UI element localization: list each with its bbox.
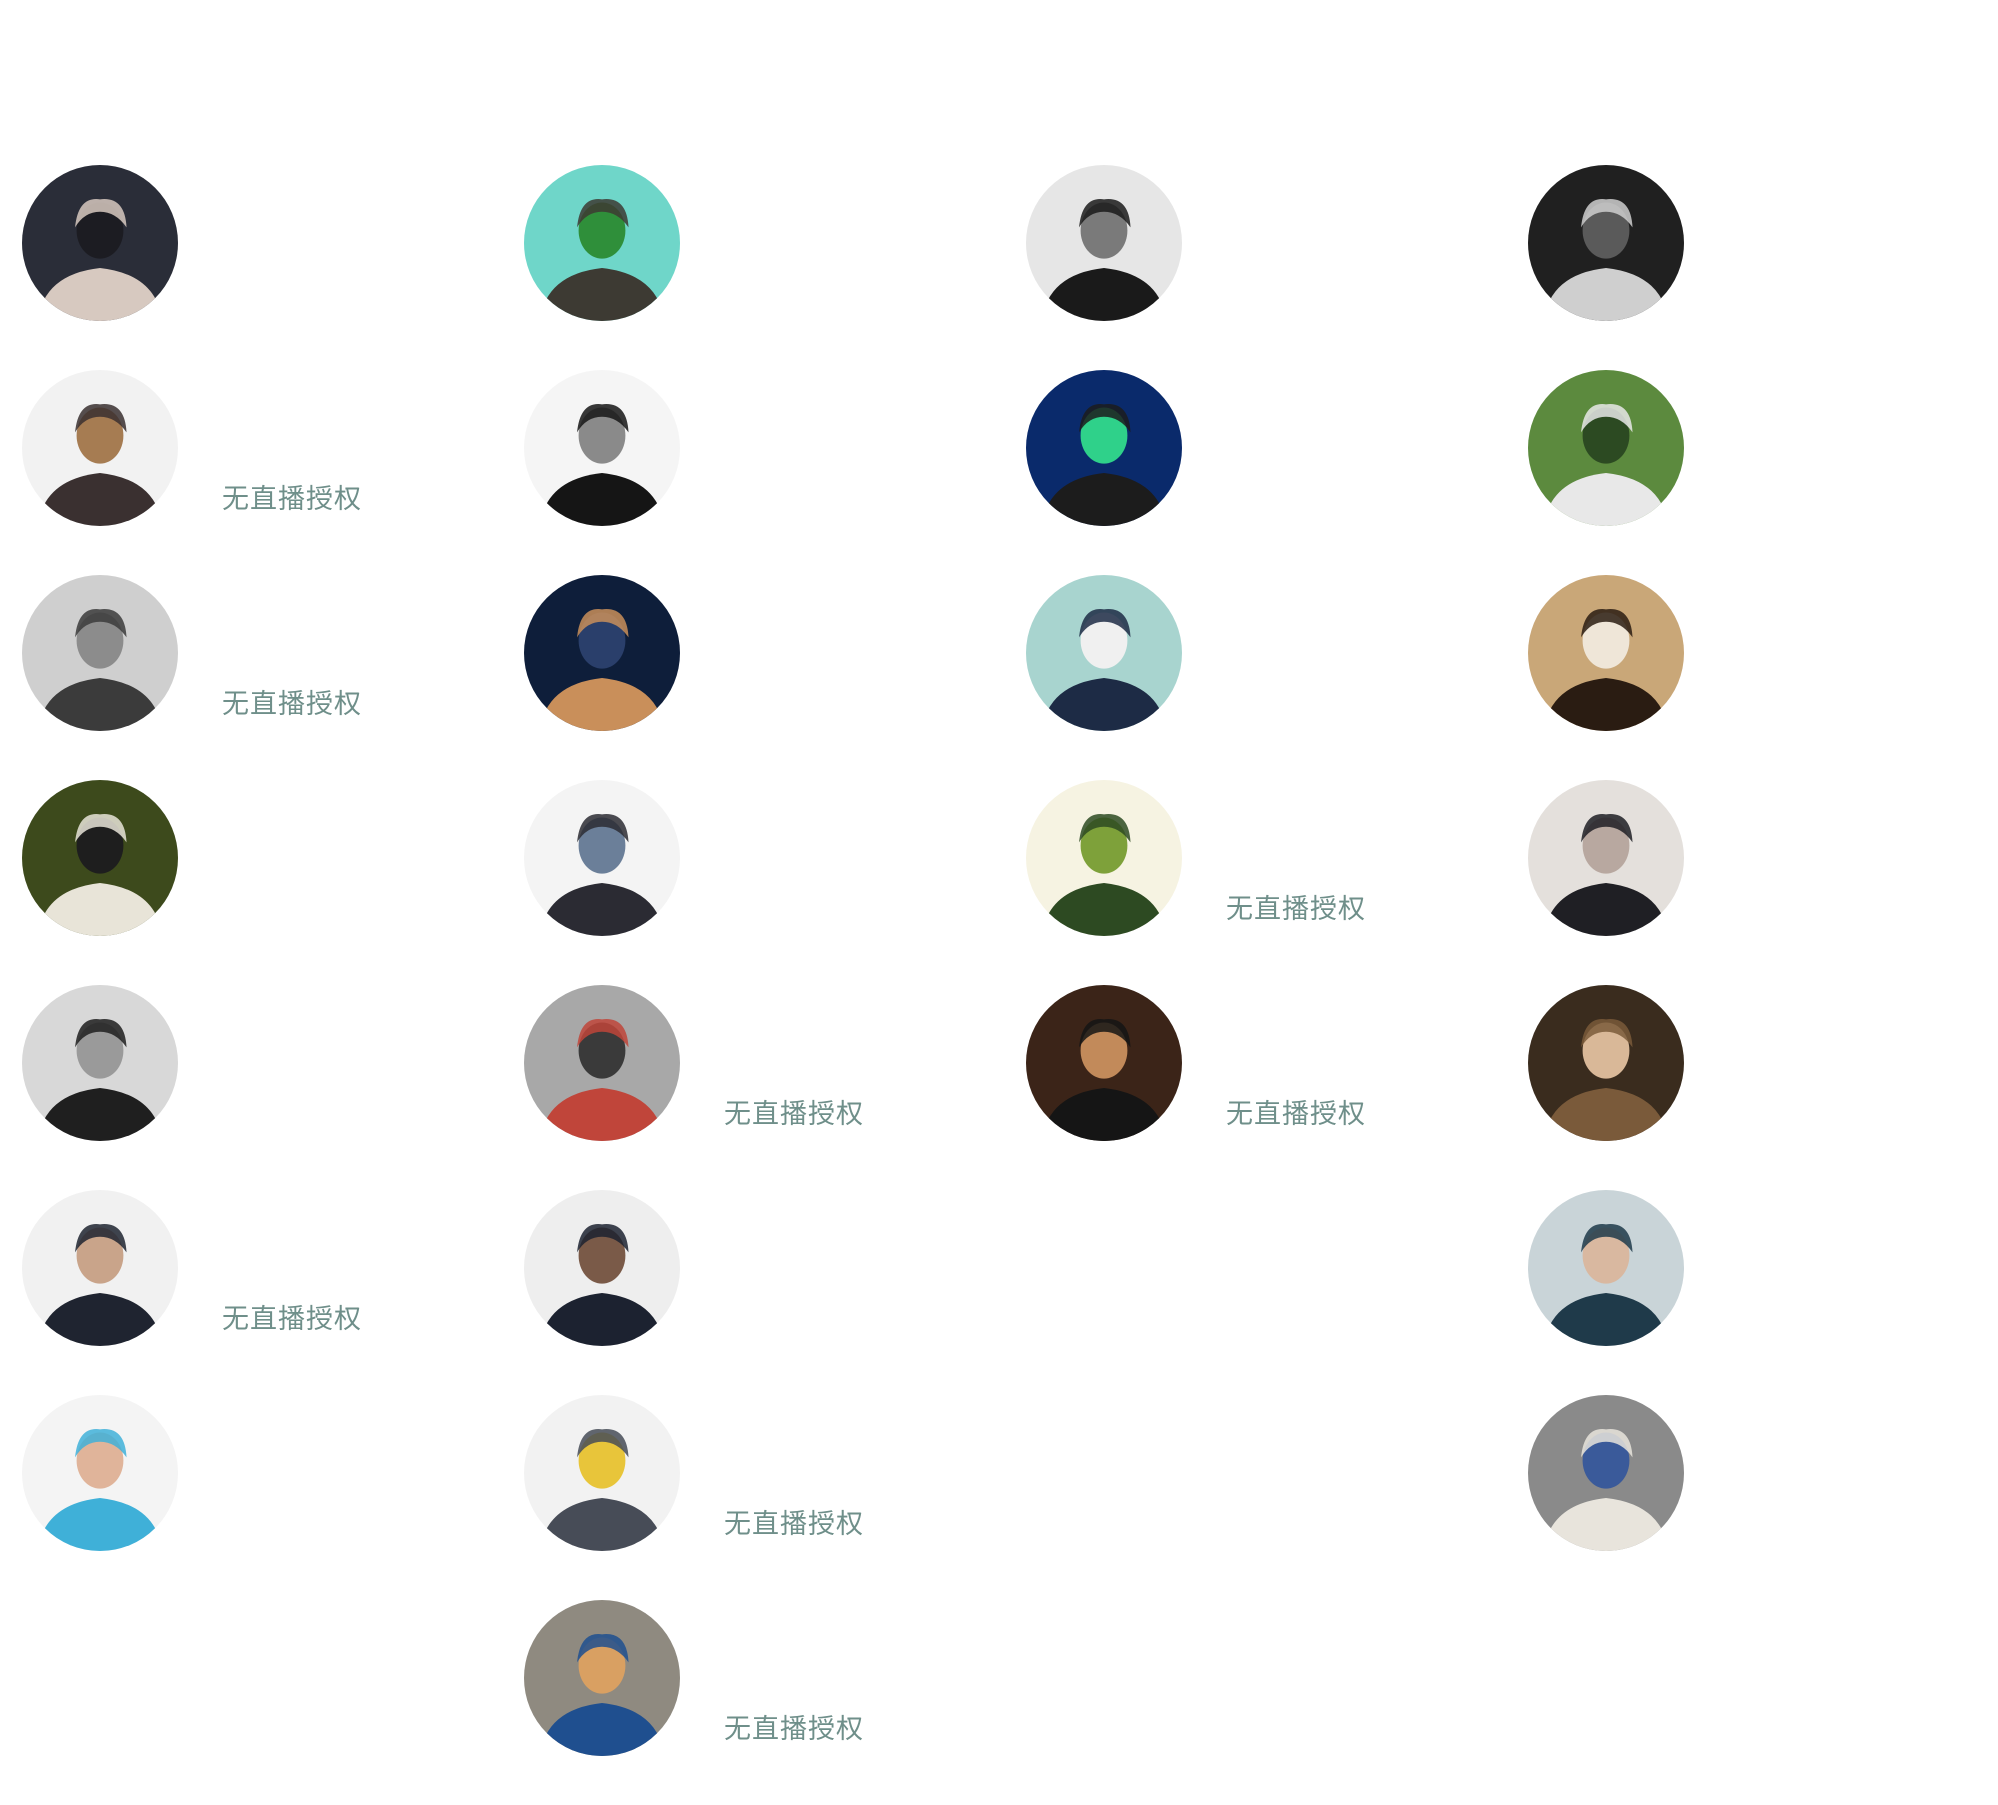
artist-item[interactable] xyxy=(1506,1395,1998,1600)
artist-item[interactable]: 无直播授权 xyxy=(1004,985,1504,1190)
artist-item[interactable] xyxy=(0,1395,500,1600)
artist-item[interactable]: 无直播授权 xyxy=(1004,780,1504,985)
artist-avatar[interactable] xyxy=(524,780,680,936)
artist-avatar[interactable] xyxy=(22,575,178,731)
artist-item[interactable] xyxy=(1506,165,1998,370)
artist-item[interactable] xyxy=(1506,780,1998,985)
artist-avatar[interactable] xyxy=(1528,370,1684,526)
artist-item[interactable]: 无直播授权 xyxy=(502,1395,1002,1600)
artist-item[interactable] xyxy=(1004,575,1504,780)
artist-avatar[interactable] xyxy=(22,165,178,321)
artist-avatar[interactable] xyxy=(524,1600,680,1756)
artist-item[interactable]: 无直播授权 xyxy=(0,1190,500,1395)
artist-item[interactable] xyxy=(1004,165,1504,370)
artist-item[interactable]: 无直播授权 xyxy=(0,575,500,780)
artist-avatar[interactable] xyxy=(1528,780,1684,936)
no-live-license-label: 无直播授权 xyxy=(1226,1099,1366,1130)
artist-avatar[interactable] xyxy=(1528,985,1684,1141)
artist-avatar[interactable] xyxy=(524,575,680,731)
artist-avatar[interactable] xyxy=(1528,165,1684,321)
artist-item[interactable] xyxy=(1506,575,1998,780)
no-live-license-label: 无直播授权 xyxy=(1226,894,1366,925)
artist-item[interactable] xyxy=(0,780,500,985)
artist-item[interactable] xyxy=(0,985,500,1190)
artist-avatar[interactable] xyxy=(22,780,178,936)
artist-avatar[interactable] xyxy=(22,1395,178,1551)
artist-item[interactable] xyxy=(502,165,1002,370)
no-live-license-label: 无直播授权 xyxy=(222,1304,362,1335)
artist-avatar[interactable] xyxy=(524,1190,680,1346)
artist-item[interactable] xyxy=(502,780,1002,985)
artist-avatar[interactable] xyxy=(1026,780,1182,936)
artist-avatar[interactable] xyxy=(1026,165,1182,321)
artist-avatar[interactable] xyxy=(22,985,178,1141)
artist-item[interactable]: 无直播授权 xyxy=(502,985,1002,1190)
artist-avatar[interactable] xyxy=(524,985,680,1141)
artist-item[interactable]: 无直播授权 xyxy=(502,1600,1002,1805)
no-live-license-label: 无直播授权 xyxy=(724,1509,864,1540)
artist-item[interactable] xyxy=(1506,1190,1998,1395)
no-live-license-label: 无直播授权 xyxy=(724,1099,864,1130)
artist-item[interactable] xyxy=(502,575,1002,780)
artist-avatar[interactable] xyxy=(524,370,680,526)
artist-avatar[interactable] xyxy=(1528,1395,1684,1551)
artist-avatar[interactable] xyxy=(524,1395,680,1551)
artist-avatar[interactable] xyxy=(1528,575,1684,731)
artist-avatar[interactable] xyxy=(1026,370,1182,526)
artist-item[interactable] xyxy=(1506,985,1998,1190)
artist-column-2: 无直播授权 无直播授权 无直播授权 xyxy=(502,165,1002,1805)
artist-item[interactable]: 无直播授权 xyxy=(0,370,500,575)
artist-item[interactable] xyxy=(0,165,500,370)
artist-avatar[interactable] xyxy=(22,1190,178,1346)
artist-column-3: 无直播授权 无直播授权 xyxy=(1004,165,1504,1190)
artist-column-4 xyxy=(1506,165,1998,1600)
no-live-license-label: 无直播授权 xyxy=(222,484,362,515)
artist-avatar[interactable] xyxy=(1026,575,1182,731)
artist-item[interactable] xyxy=(502,1190,1002,1395)
artist-item[interactable] xyxy=(1004,370,1504,575)
no-live-license-label: 无直播授权 xyxy=(222,689,362,720)
artist-item[interactable] xyxy=(502,370,1002,575)
artist-column-1: 无直播授权 无直播授权 无直播授权 xyxy=(0,165,500,1600)
artist-avatar[interactable] xyxy=(1528,1190,1684,1346)
artist-avatar[interactable] xyxy=(524,165,680,321)
no-live-license-label: 无直播授权 xyxy=(724,1714,864,1745)
artist-avatar[interactable] xyxy=(1026,985,1182,1141)
artist-item[interactable] xyxy=(1506,370,1998,575)
artist-avatar[interactable] xyxy=(22,370,178,526)
top-bar xyxy=(0,0,1998,40)
